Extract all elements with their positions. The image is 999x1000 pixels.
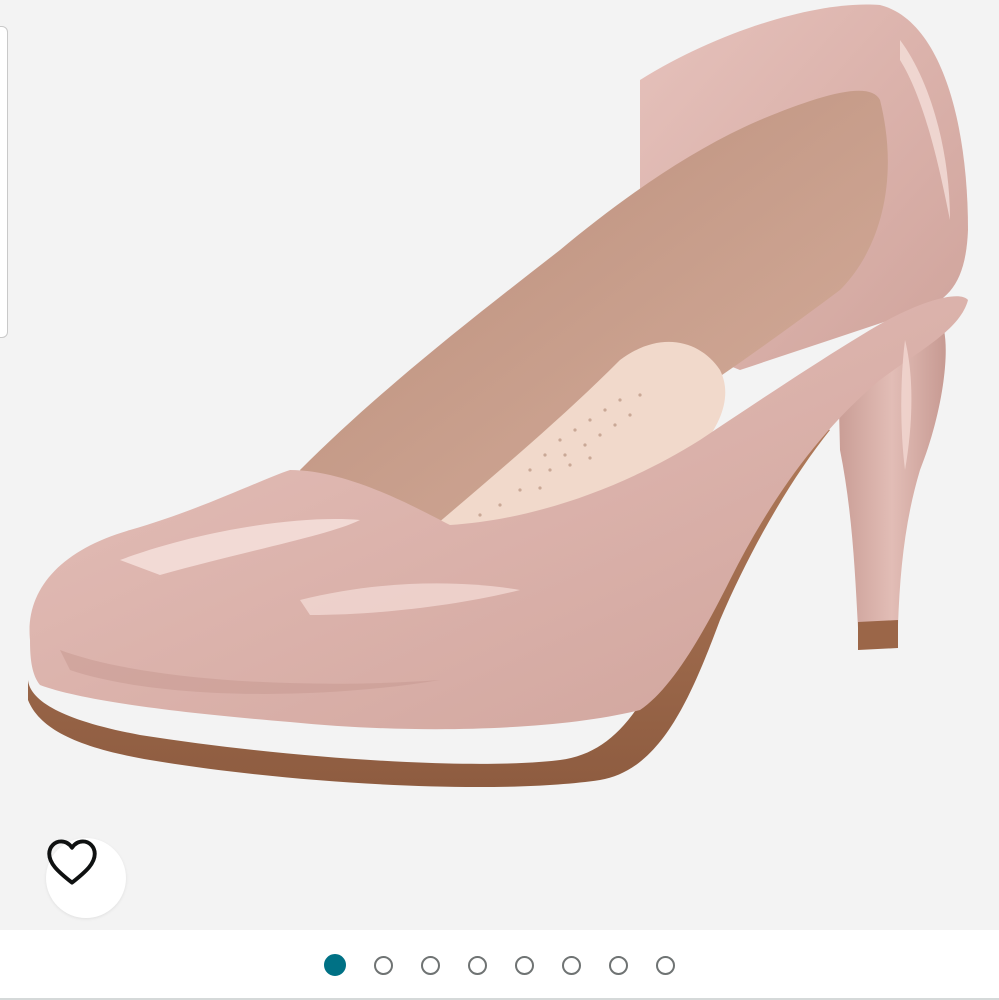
product-image[interactable]	[0, 0, 999, 930]
shoe-illustration	[28, 4, 968, 788]
carousel-dot[interactable]	[609, 955, 628, 975]
heel-tip	[858, 620, 898, 650]
scroll-edge-tab[interactable]	[0, 26, 8, 338]
carousel-dot[interactable]	[515, 955, 534, 975]
carousel-dot-active[interactable]	[324, 954, 346, 976]
carousel-dot[interactable]	[656, 955, 675, 975]
product-image-viewer	[0, 0, 999, 1000]
carousel-dot[interactable]	[468, 955, 487, 975]
wishlist-button[interactable]	[46, 838, 126, 918]
heart-outline-icon	[47, 839, 97, 885]
carousel-dot[interactable]	[421, 955, 440, 975]
carousel-dot[interactable]	[562, 955, 581, 975]
image-carousel-indicator	[0, 930, 999, 1000]
carousel-dot[interactable]	[374, 955, 393, 975]
